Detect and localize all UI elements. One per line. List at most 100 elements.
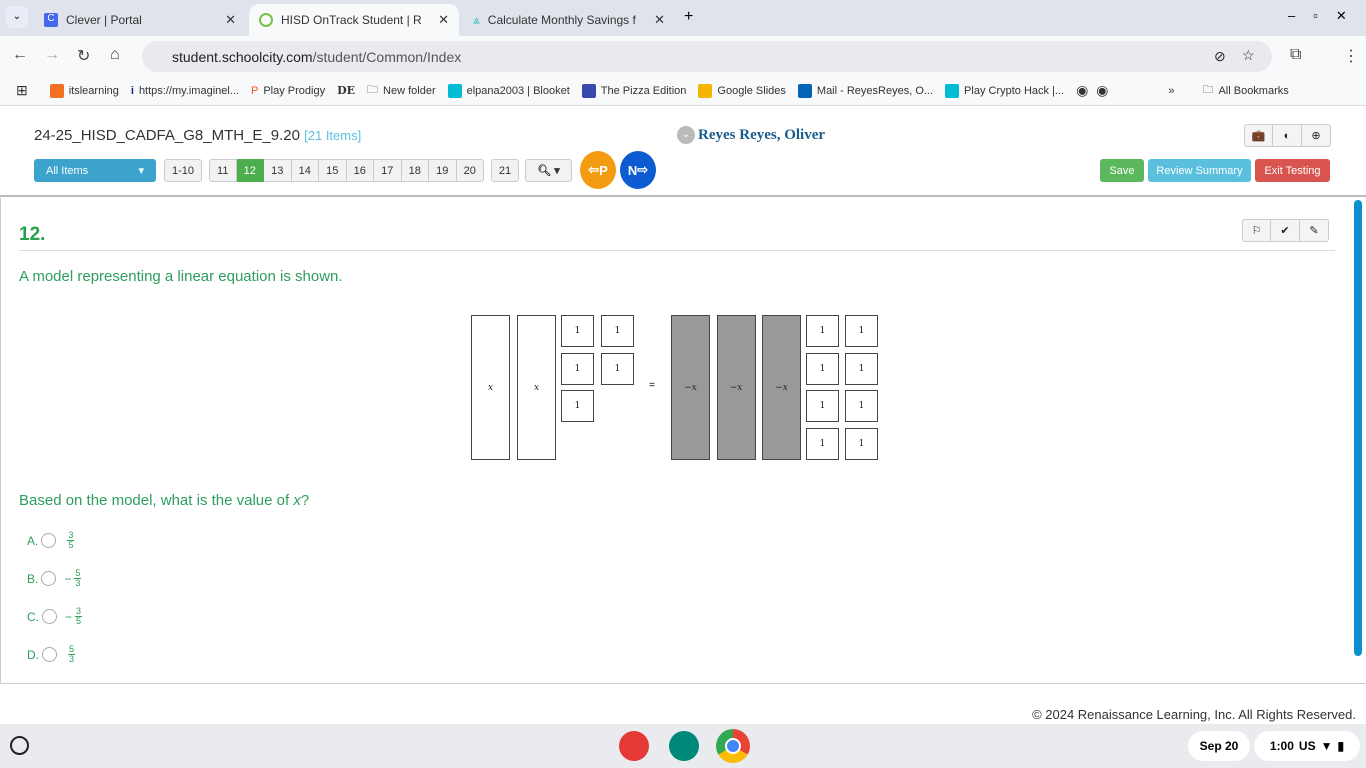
tab-calculate[interactable]: ⩓ Calculate Monthly Savings for ✕ [463, 4, 675, 36]
question-ask: Based on the model, what is the value of… [19, 492, 310, 509]
url-domain: student.schoolcity.com [172, 48, 313, 65]
bookmark[interactable]: 🗀 New folder [367, 81, 436, 100]
close-icon[interactable]: ✕ [438, 12, 449, 28]
classroom-app-icon[interactable] [669, 731, 699, 761]
close-icon[interactable]: ✕ [654, 12, 665, 28]
status-tray[interactable]: 1:00 US ▼ ▮ [1254, 731, 1360, 761]
all-bookmarks[interactable]: 🗀 All Bookmarks [1202, 81, 1288, 100]
test-title: 24-25_HISD_CADFA_G8_MTH_E_9.20 [34, 127, 300, 144]
back-icon[interactable]: ← [12, 46, 28, 64]
bookmark[interactable]: Mail - ReyesReyes, O... [797, 83, 933, 98]
reload-icon[interactable]: ↻ [77, 46, 90, 66]
page-buttons: 11 12 13 14 15 16 17 18 19 20 [209, 159, 484, 182]
unit-tile: 1 [561, 315, 594, 347]
review-summary-button[interactable]: Review Summary [1148, 159, 1251, 182]
unit-tile: 1 [845, 352, 878, 385]
chrome-app-icon[interactable] [716, 729, 750, 763]
address-bar[interactable]: student.schoolcity.com/student/Common/In… [142, 41, 1272, 72]
unit-tile: 1 [561, 352, 594, 385]
briefcase-icon[interactable]: 💼 [1244, 124, 1273, 147]
more-bookmarks[interactable]: » [1168, 85, 1174, 97]
option-letter: A. [27, 533, 39, 548]
page-button-19[interactable]: 19 [429, 159, 457, 182]
answer-option-c[interactable]: C. −3 5 [27, 606, 83, 626]
page-button-12[interactable]: 12 [236, 159, 264, 182]
page-button-16[interactable]: 16 [346, 159, 374, 182]
bookmarks-bar: ⊞ itslearning i https://my.imaginel... PP… [0, 76, 1366, 106]
option-fraction: 35 [67, 530, 75, 550]
tab-hisd[interactable]: HISD OnTrack Student | Renaiss ✕ [249, 4, 459, 36]
negative-x-tile: −x [671, 315, 710, 460]
unit-tile: 1 [601, 315, 634, 347]
page-button-13[interactable]: 13 [264, 159, 292, 182]
radio-button[interactable] [41, 533, 57, 548]
star-icon[interactable]: ☆ [1242, 47, 1255, 64]
bookmark[interactable]: Google Slides [698, 83, 786, 98]
close-icon[interactable]: ✕ [225, 12, 236, 28]
flag-icon[interactable]: ⚐ [1242, 219, 1271, 242]
previous-button[interactable]: ⇦ P [580, 151, 616, 189]
tab-clever[interactable]: C Clever | Portal ✕ [34, 4, 246, 36]
option-letter: B. [27, 571, 39, 586]
negative-x-tile: −x [716, 315, 756, 460]
renaissance-icon [259, 13, 273, 27]
exit-testing-button[interactable]: Exit Testing [1255, 159, 1330, 182]
globe-icon[interactable]: ◉ ◉ [1076, 82, 1108, 99]
page-button-20[interactable]: 20 [456, 159, 484, 182]
next-button[interactable]: N ⇨ [620, 151, 656, 189]
eye-off-icon[interactable]: ⊘ [1214, 48, 1226, 65]
zoom-in-icon[interactable]: ⊕ [1302, 124, 1331, 147]
equals-sign: = [649, 380, 655, 391]
save-button[interactable]: Save [1100, 159, 1144, 182]
option-fraction: 35 [75, 606, 83, 626]
search-dropdown[interactable]: 🔍︎ ▾ [525, 159, 572, 182]
new-tab-button[interactable]: + [684, 8, 693, 26]
clever-icon: C [44, 13, 58, 27]
paint-app-icon[interactable] [619, 731, 649, 761]
bookmark[interactable]: elpana2003 | Blooket [447, 83, 570, 98]
unit-tile: 1 [845, 315, 878, 347]
tab-search-button[interactable]: ⌄ [6, 6, 28, 28]
chevron-down-icon[interactable]: ⌄ [677, 126, 695, 144]
bookmark[interactable]: DE [337, 84, 355, 97]
menu-icon[interactable]: ⋮ [1343, 46, 1359, 66]
page-button-14[interactable]: 14 [291, 159, 319, 182]
edit-icon[interactable]: ✎ [1300, 219, 1329, 242]
answer-option-a[interactable]: A. 3 5 [27, 530, 75, 550]
folder-icon: 🗀 [1202, 84, 1214, 96]
apps-icon[interactable]: ⊞ [16, 82, 28, 99]
contrast-icon[interactable]: ◐ [1273, 124, 1302, 147]
window-controls[interactable]: –▫✕ [1288, 8, 1365, 24]
bookmark[interactable]: itslearning [49, 83, 119, 98]
home-icon[interactable]: ⌂ [110, 46, 120, 64]
page-button-18[interactable]: 18 [401, 159, 429, 182]
checkmark-icon[interactable]: ✔ [1271, 219, 1300, 242]
page-button-17[interactable]: 17 [374, 159, 402, 182]
radio-button[interactable] [42, 647, 57, 662]
scrollbar[interactable] [1354, 200, 1362, 656]
bookmark[interactable]: P Play Prodigy [251, 85, 325, 97]
page-button-15[interactable]: 15 [319, 159, 347, 182]
item-count: [21 Items] [304, 128, 362, 143]
tools-group: 💼 ◐ ⊕ [1244, 124, 1331, 147]
x-tile: x [471, 315, 510, 460]
launcher-icon[interactable] [10, 736, 29, 755]
date-display[interactable]: Sep 20 [1188, 731, 1250, 761]
answer-option-b[interactable]: B. −5 3 [27, 569, 82, 588]
page-button-21[interactable]: 21 [491, 159, 519, 182]
page-button-11[interactable]: 11 [209, 159, 237, 182]
filter-dropdown[interactable]: All Items ▾ [34, 159, 156, 182]
answer-option-d[interactable]: D. 5 3 [27, 645, 76, 664]
extensions-icon[interactable]: ⧉ [1290, 46, 1301, 64]
bookmark[interactable]: The Pizza Edition [581, 83, 686, 98]
forward-icon[interactable]: → [44, 46, 60, 64]
compass-icon: ⩓ [473, 12, 480, 27]
radio-button[interactable] [41, 571, 57, 586]
bookmark[interactable]: Play Crypto Hack |... [945, 83, 1064, 98]
range-button[interactable]: 1-10 [164, 159, 202, 182]
radio-button[interactable] [42, 609, 57, 624]
option-letter: C. [27, 609, 39, 624]
option-sign: − [65, 609, 73, 624]
bookmark[interactable]: i https://my.imaginel... [131, 85, 239, 97]
copyright: © 2024 Renaissance Learning, Inc. All Ri… [1032, 707, 1356, 722]
